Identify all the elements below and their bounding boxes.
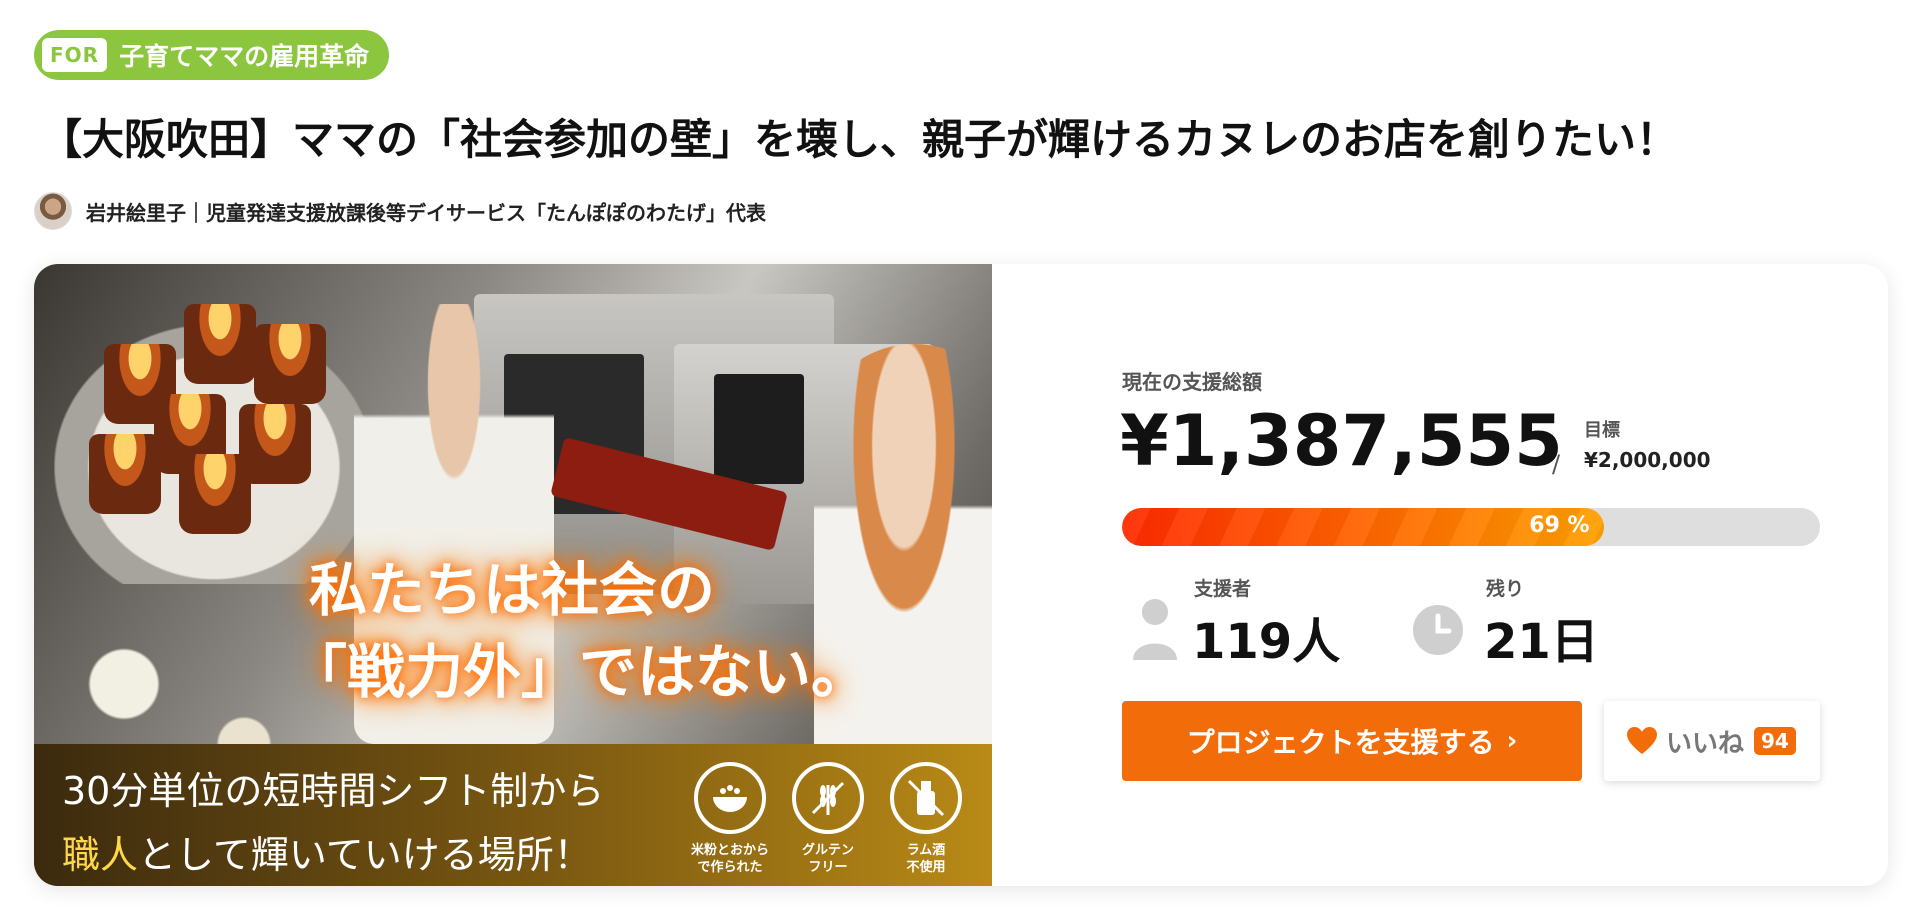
remaining-value: 21日 bbox=[1484, 614, 1599, 670]
hero-footer-line2: 職人として輝いていける場所！ bbox=[62, 824, 592, 879]
tag-label: 子育てママの雇用革命 bbox=[119, 42, 370, 71]
progress-text: 69 % bbox=[1529, 513, 1590, 538]
page-title: 【大阪吹田】ママの「社会参加の壁」を壊し、親子が輝けるカヌレのお店を創りたい！ bbox=[40, 115, 1679, 164]
total-amount: ¥1,387,555 bbox=[1120, 400, 1563, 482]
hero-image: 私たちは社会の 「戦力外」ではない。 30分単位の短時間シフト制から 職人として… bbox=[34, 264, 992, 886]
hero-headline-line1: 私たちは社会の bbox=[309, 556, 716, 624]
supporters-label: 支援者 bbox=[1194, 578, 1252, 600]
canele-shape bbox=[254, 324, 326, 404]
goal-label: 目標 bbox=[1584, 420, 1620, 441]
author-name[interactable]: 岩井絵里子｜児童発達支援放課後等デイサービス「たんぽぽのわたげ」代表 bbox=[86, 197, 766, 226]
author-row[interactable]: 岩井絵里子｜児童発達支援放課後等デイサービス「たんぽぽのわたげ」代表 bbox=[34, 192, 766, 230]
hero-footer-rest: として輝いていける場所！ bbox=[138, 833, 592, 877]
hero-footer-highlight: 職人 bbox=[62, 833, 139, 877]
goal-value: ¥2,000,000 bbox=[1584, 448, 1711, 472]
badge-caption: ラム酒 不使用 bbox=[906, 843, 946, 875]
wheat-icon bbox=[792, 762, 864, 834]
badge-caption: グルテン フリー bbox=[801, 843, 854, 875]
hero-headline: 私たちは社会の 「戦力外」ではない。 bbox=[289, 549, 869, 713]
like-label: いいね bbox=[1666, 728, 1745, 759]
support-button-label: プロジェクトを支援する bbox=[1186, 726, 1495, 759]
no-bottle-icon bbox=[890, 762, 962, 834]
category-tag[interactable]: FOR 子育てママの雇用革命 bbox=[34, 30, 390, 80]
hero-footer-line1: 30分単位の短時間シフト制から bbox=[62, 769, 605, 813]
heart-icon bbox=[1627, 727, 1657, 754]
hero-headline-line2: 「戦力外」ではない。 bbox=[289, 638, 870, 706]
oven-panel-shape bbox=[714, 374, 804, 484]
project-card: 私たちは社会の 「戦力外」ではない。 30分単位の短時間シフト制から 職人として… bbox=[34, 264, 1888, 886]
progress-fill: 69 % bbox=[1122, 508, 1604, 546]
supporters-value: 119人 bbox=[1192, 614, 1341, 670]
canele-shape bbox=[89, 434, 161, 514]
goal-divider: / bbox=[1552, 450, 1561, 478]
chevron-right-icon: › bbox=[1506, 726, 1518, 756]
canele-shape bbox=[179, 454, 251, 534]
tag-prefix: FOR bbox=[42, 38, 108, 72]
badge-caption: 米粉とおから で作られた bbox=[690, 843, 769, 875]
person-icon bbox=[1133, 599, 1177, 660]
funding-stats: 現在の支援総額 ¥1,387,555 / 目標 ¥2,000,000 69 % … bbox=[992, 264, 1888, 886]
like-button[interactable]: いいね 94 bbox=[1604, 701, 1820, 781]
remaining-label: 残り bbox=[1486, 578, 1525, 600]
clock-icon bbox=[1413, 605, 1463, 655]
support-project-button[interactable]: プロジェクトを支援する › bbox=[1122, 701, 1582, 781]
like-count-badge: 94 bbox=[1754, 727, 1796, 755]
avatar[interactable] bbox=[34, 192, 72, 230]
total-label: 現在の支援総額 bbox=[1122, 370, 1262, 394]
canele-shape bbox=[184, 304, 256, 384]
progress-bar: 69 % bbox=[1122, 508, 1820, 546]
rice-bowl-icon bbox=[694, 762, 766, 834]
